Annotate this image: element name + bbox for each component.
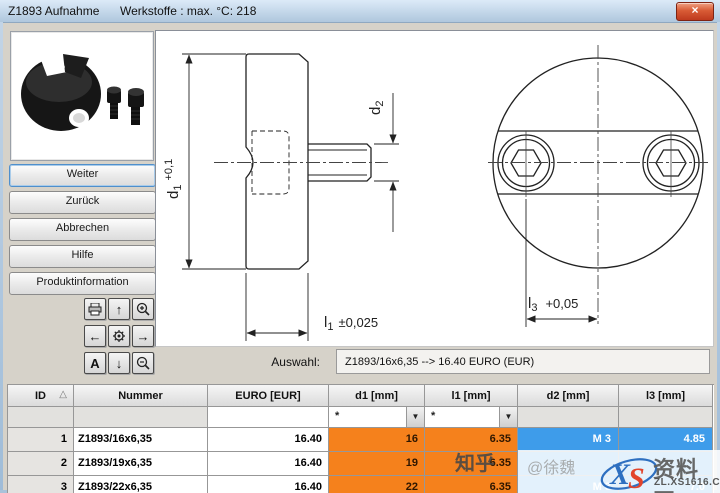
product-photo xyxy=(10,31,154,161)
column-header-l1[interactable]: l1 [mm] xyxy=(425,385,518,407)
dialog-z1893-aufnahme: Z1893 Aufnahme Werkstoffe : max. °C: 218… xyxy=(0,0,720,493)
l1-filter-combobox[interactable]: * ▼ xyxy=(425,407,517,427)
hilfe-button[interactable]: Hilfe xyxy=(9,245,156,268)
pan-up-button[interactable]: ↑ xyxy=(108,298,130,320)
settings-button[interactable] xyxy=(108,325,130,347)
window-title: Z1893 Aufnahme xyxy=(8,4,99,18)
column-header-id[interactable]: ID △ xyxy=(8,385,74,407)
table-filter-row: * ▼ * ▼ xyxy=(8,407,714,428)
d1-label: d xyxy=(165,191,182,199)
produktinformation-button[interactable]: Produktinformation xyxy=(9,272,156,295)
sort-ascending-icon: △ xyxy=(59,389,67,400)
filter-cell-d2 xyxy=(518,407,619,428)
column-header-nummer[interactable]: Nummer xyxy=(74,385,208,407)
filter-cell-id xyxy=(8,407,74,428)
zoom-in-button[interactable] xyxy=(132,298,154,320)
xs-logo-icon: X S xyxy=(598,448,660,493)
arrow-down-icon: ↓ xyxy=(116,356,123,371)
filter-cell-l3 xyxy=(619,407,713,428)
screw-small xyxy=(107,87,121,120)
weiter-button[interactable]: Weiter xyxy=(9,164,156,187)
pan-right-button[interactable]: → xyxy=(132,325,154,347)
abbrechen-button[interactable]: Abbrechen xyxy=(9,218,156,241)
l1-tolerance: ±0,025 xyxy=(338,315,378,330)
l3-tolerance: +0,05 xyxy=(545,296,578,311)
arrow-right-icon: → xyxy=(137,329,150,344)
d1-tolerance: +0,1 xyxy=(163,159,175,181)
filter-cell-nummer xyxy=(74,407,208,428)
view-toolbar: ↑ ← → A ↓ xyxy=(84,298,156,374)
material-info: Werkstoffe : max. °C: 218 xyxy=(120,4,256,18)
zoom-out-button[interactable] xyxy=(132,352,154,374)
table-header-row: ID △ Nummer EURO [EUR] d1 [mm] l1 [mm] d… xyxy=(8,385,714,407)
close-button[interactable]: × xyxy=(676,2,714,21)
xs-logo: X S xyxy=(598,448,660,493)
l1-filter-dropdown-icon[interactable]: ▼ xyxy=(499,407,517,427)
fit-view-button[interactable]: A xyxy=(84,352,106,374)
watermark-author-handle: @徐魏 xyxy=(527,454,575,478)
zhihu-watermark: 知乎 xyxy=(455,447,495,476)
title-bar: Z1893 Aufnahme Werkstoffe : max. °C: 218… xyxy=(0,0,720,23)
arrow-left-icon: ← xyxy=(89,329,102,344)
screw-large xyxy=(128,88,144,125)
svg-text:d1+0,1: d1+0,1 xyxy=(163,159,184,199)
d1-filter-combobox[interactable]: * ▼ xyxy=(329,407,424,427)
zoom-in-icon xyxy=(136,302,150,316)
d1-filter-dropdown-icon[interactable]: ▼ xyxy=(406,407,424,427)
auswahl-label: Auswahl: xyxy=(240,355,320,369)
pan-left-button[interactable]: ← xyxy=(84,325,106,347)
watermark-site-url: ZL.XS1616.COM xyxy=(654,477,720,488)
column-header-d2[interactable]: d2 [mm] xyxy=(518,385,619,407)
svg-text:d2: d2 xyxy=(367,101,386,115)
filter-cell-d1: * ▼ xyxy=(329,407,425,428)
filter-cell-euro xyxy=(208,407,329,428)
window-border-left xyxy=(0,22,3,493)
svg-text:S: S xyxy=(628,462,645,493)
column-header-l3[interactable]: l3 [mm] xyxy=(619,385,713,407)
gear-icon xyxy=(112,329,126,343)
fit-text-icon: A xyxy=(90,356,99,371)
product-photo-image xyxy=(11,32,151,158)
svg-text:l1±0,025: l1±0,025 xyxy=(324,314,378,333)
close-icon: × xyxy=(691,3,698,17)
column-header-euro[interactable]: EURO [EUR] xyxy=(208,385,329,407)
d2-label: d xyxy=(367,107,384,115)
filter-cell-l1: * ▼ xyxy=(425,407,518,428)
arrow-up-icon: ↑ xyxy=(116,302,123,317)
zurueck-button[interactable]: Zurück xyxy=(9,191,156,214)
zoom-out-icon xyxy=(136,356,150,370)
printer-icon xyxy=(88,303,102,316)
technical-drawing: d1+0,1 d2 l1±0,025 xyxy=(156,31,711,344)
auswahl-value: Z1893/16x6,35 --> 16.40 EURO (EUR) xyxy=(336,349,710,374)
pan-down-button[interactable]: ↓ xyxy=(108,352,130,374)
technical-drawing-panel: d1+0,1 d2 l1±0,025 xyxy=(155,30,714,347)
print-button[interactable] xyxy=(84,298,106,320)
svg-text:l3+0,05: l3+0,05 xyxy=(528,295,578,314)
column-header-d1[interactable]: d1 [mm] xyxy=(329,385,425,407)
